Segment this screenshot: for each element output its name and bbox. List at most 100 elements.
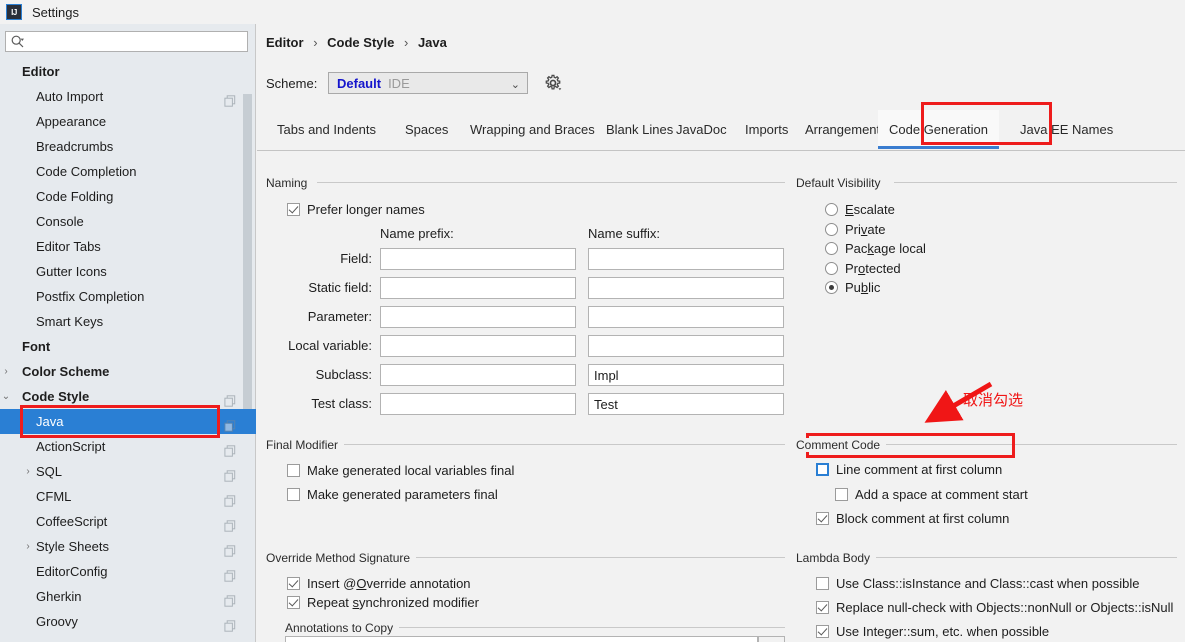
chevron-right-icon[interactable]: › <box>22 534 34 559</box>
copy-settings-icon[interactable] <box>224 490 236 507</box>
line-comment-at-first-column-checkbox[interactable]: Line comment at first column <box>816 462 1002 477</box>
sidebar-item-font[interactable]: Font <box>0 334 256 359</box>
use-integer-sum-etc-when-possible-checkbox[interactable]: Use Integer::sum, etc. when possible <box>816 624 1049 639</box>
naming-prefix-input-field[interactable] <box>380 248 576 270</box>
gear-icon[interactable] <box>544 74 562 92</box>
sidebar-item-code-completion[interactable]: Code Completion <box>0 159 256 184</box>
chevron-down-icon[interactable]: ⌄ <box>0 384 12 409</box>
make-generated-parameters-final-checkbox[interactable]: Make generated parameters final <box>287 487 498 502</box>
checkbox-label: Use Class::isInstance and Class::cast wh… <box>836 576 1140 591</box>
tab-wrapping-and-braces[interactable]: Wrapping and Braces <box>459 110 595 149</box>
tab-imports[interactable]: Imports <box>734 110 788 149</box>
radio-label: Private <box>845 222 886 237</box>
checkbox-label: Make generated local variables final <box>307 463 515 478</box>
tab-code-generation[interactable]: Code Generation <box>878 110 999 149</box>
visibility-radio-private[interactable]: Private <box>825 222 885 237</box>
search-box[interactable] <box>5 31 248 52</box>
annotations-to-copy-list[interactable] <box>285 636 758 642</box>
sidebar-item-smart-keys[interactable]: Smart Keys <box>0 309 256 334</box>
sidebar-item-console[interactable]: Console <box>0 209 256 234</box>
radio-label: Escalate <box>845 202 895 217</box>
naming-prefix-input-subclass[interactable] <box>380 364 576 386</box>
copy-settings-icon[interactable] <box>224 590 236 607</box>
sidebar-item-groovy[interactable]: Groovy <box>0 609 256 634</box>
make-generated-local-variables-final-checkbox[interactable]: Make generated local variables final <box>287 463 514 478</box>
checkbox-label: Line comment at first column <box>836 462 1003 477</box>
breadcrumb-java[interactable]: Java <box>418 35 447 50</box>
tab-tabs-and-indents[interactable]: Tabs and Indents <box>266 110 383 149</box>
tab-arrangement[interactable]: Arrangement <box>794 110 880 149</box>
replace-null-check-with-objects-nonnull-or-objects-isnull-checkbox[interactable]: Replace null-check with Objects::nonNull… <box>816 600 1173 615</box>
naming-prefix-input-test-class[interactable] <box>380 393 576 415</box>
sidebar-item-cfml[interactable]: CFML <box>0 484 256 509</box>
naming-prefix-input-parameter[interactable] <box>380 306 576 328</box>
visibility-radio-protected[interactable]: Protected <box>825 261 901 276</box>
visibility-radio-public[interactable]: Public <box>825 280 880 295</box>
naming-suffix-input-parameter[interactable] <box>588 306 784 328</box>
default-visibility-group-title: Default Visibility <box>796 176 887 190</box>
comment-code-group-title: Comment Code <box>796 438 887 452</box>
naming-prefix-input-local-variable[interactable] <box>380 335 576 357</box>
intellij-idea-icon: IJ <box>6 4 22 20</box>
naming-suffix-input-local-variable[interactable] <box>588 335 784 357</box>
title-bar: IJ Settings <box>0 0 1185 24</box>
copy-settings-icon[interactable] <box>224 565 236 582</box>
copy-settings-icon[interactable] <box>224 90 236 107</box>
search-input[interactable] <box>28 33 232 50</box>
naming-suffix-input-static-field[interactable] <box>588 277 784 299</box>
tab-spaces[interactable]: Spaces <box>394 110 449 149</box>
use-class-isinstance-and-class-cast-when-possible-checkbox[interactable]: Use Class::isInstance and Class::cast wh… <box>816 576 1139 591</box>
sidebar-item-breadcrumbs[interactable]: Breadcrumbs <box>0 134 256 159</box>
add-a-space-at-comment-start-checkbox[interactable]: Add a space at comment start <box>835 487 1028 502</box>
visibility-radio-package-local[interactable]: Package local <box>825 241 926 256</box>
block-comment-at-first-column-checkbox[interactable]: Block comment at first column <box>816 511 1009 526</box>
sidebar-item-style-sheets[interactable]: › Style Sheets <box>0 534 256 559</box>
add-annotation-button[interactable]: + <box>758 636 785 642</box>
scheme-select[interactable]: Default IDE ⌄ <box>328 72 528 94</box>
chevron-right-icon[interactable]: › <box>22 459 34 484</box>
naming-suffix-input-field[interactable] <box>588 248 784 270</box>
sidebar-item-appearance[interactable]: Appearance <box>0 109 256 134</box>
sidebar-item-code-folding[interactable]: Code Folding <box>0 184 256 209</box>
copy-settings-icon[interactable] <box>224 540 236 557</box>
sidebar-item-label: Color Scheme <box>22 364 110 379</box>
naming-suffix-input-subclass[interactable] <box>588 364 784 386</box>
prefer-longer-names-checkbox[interactable]: Prefer longer names <box>287 202 425 217</box>
copy-settings-icon[interactable] <box>224 390 236 407</box>
breadcrumb-code-style[interactable]: Code Style <box>327 35 394 50</box>
copy-settings-icon[interactable] <box>224 615 236 632</box>
copy-settings-icon[interactable] <box>224 465 236 482</box>
sidebar-item-color-scheme[interactable]: › Color Scheme <box>0 359 256 384</box>
sidebar-item-label: ActionScript <box>36 439 106 454</box>
copy-settings-icon[interactable] <box>224 415 236 432</box>
annotations-to-copy-title: Annotations to Copy <box>285 621 400 635</box>
copy-settings-icon[interactable] <box>224 515 236 532</box>
sidebar-item-code-style[interactable]: ⌄ Code Style <box>0 384 256 409</box>
sidebar-item-editorconfig[interactable]: EditorConfig <box>0 559 256 584</box>
sidebar-item-sql[interactable]: › SQL <box>0 459 256 484</box>
sidebar-item-label: Groovy <box>36 614 78 629</box>
breadcrumb-editor[interactable]: Editor <box>266 35 304 50</box>
sidebar-item-auto-import[interactable]: Auto Import <box>0 84 256 109</box>
sidebar-item-actionscript[interactable]: ActionScript <box>0 434 256 459</box>
sidebar-item-gutter-icons[interactable]: Gutter Icons <box>0 259 256 284</box>
checkbox-box <box>287 464 300 477</box>
tab-java-ee-names[interactable]: Java EE Names <box>1009 110 1119 149</box>
sidebar-item-coffeescript[interactable]: CoffeeScript <box>0 509 256 534</box>
repeat-synchronized-modifier-checkbox[interactable]: Repeat synchronized modifier <box>287 595 479 610</box>
sidebar-item-postfix-completion[interactable]: Postfix Completion <box>0 284 256 309</box>
settings-tree: Editor Auto Import Appearance Breadcrumbs Co… <box>0 59 256 634</box>
sidebar-item-editor[interactable]: Editor <box>0 59 256 84</box>
visibility-radio-escalate[interactable]: Escalate <box>825 202 895 217</box>
naming-prefix-input-static-field[interactable] <box>380 277 576 299</box>
sidebar-item-editor-tabs[interactable]: Editor Tabs <box>0 234 256 259</box>
chevron-right-icon[interactable]: › <box>0 359 12 384</box>
copy-settings-icon[interactable] <box>224 440 236 457</box>
tab-blank-lines[interactable]: Blank Lines <box>595 110 673 149</box>
insert-override-annotation-checkbox[interactable]: Insert @Override annotation <box>287 576 471 591</box>
checkbox-box <box>287 203 300 216</box>
tab-javadoc[interactable]: JavaDoc <box>665 110 727 149</box>
sidebar-item-java[interactable]: Java <box>0 409 256 434</box>
naming-suffix-input-test-class[interactable] <box>588 393 784 415</box>
sidebar-item-gherkin[interactable]: Gherkin <box>0 584 256 609</box>
